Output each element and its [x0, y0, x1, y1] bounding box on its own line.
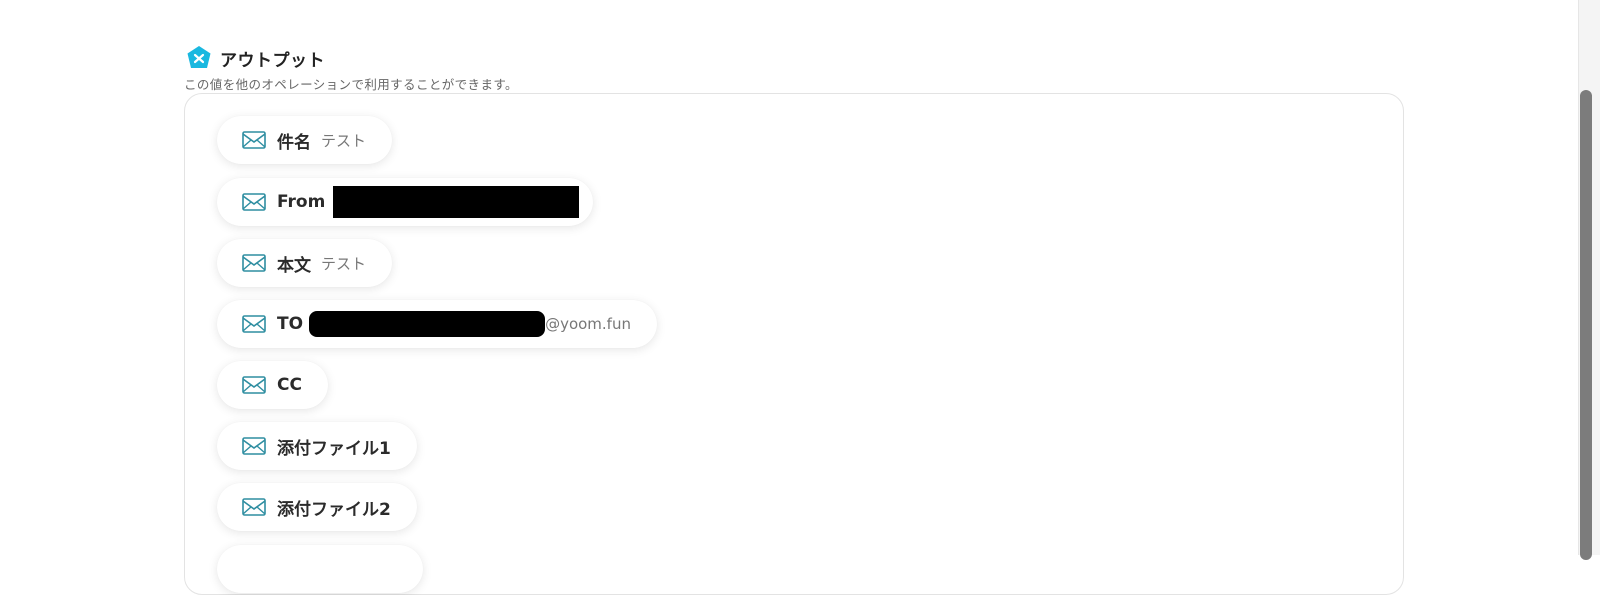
output-item-cc[interactable]: CC	[217, 361, 328, 409]
item-label: 添付ファイル1	[277, 438, 391, 459]
output-item-from[interactable]: From	[217, 178, 594, 226]
item-label: 添付ファイル2	[277, 499, 391, 520]
output-item-body[interactable]: 本文 テスト	[217, 239, 393, 287]
output-item-subject[interactable]: 件名 テスト	[217, 116, 393, 164]
output-section-header: アウトプット	[186, 45, 325, 71]
mail-icon	[242, 376, 266, 394]
output-item-to[interactable]: TO @yoom.fun	[217, 300, 657, 348]
item-label: 件名	[277, 132, 311, 153]
redacted-value	[309, 311, 546, 337]
item-value: @yoom.fun	[545, 315, 631, 333]
mail-icon	[242, 254, 266, 272]
mail-icon	[242, 131, 266, 149]
section-subtitle: この値を他のオペレーションで利用することができます。	[184, 77, 518, 92]
output-item-partial[interactable]	[217, 545, 423, 593]
item-label: From	[277, 192, 326, 212]
output-item-attachment-1[interactable]: 添付ファイル1	[217, 422, 417, 470]
item-label: CC	[277, 375, 302, 395]
section-title: アウトプット	[220, 50, 325, 71]
mail-icon	[242, 193, 266, 211]
item-value: テスト	[321, 131, 367, 150]
output-badge-icon	[187, 46, 211, 68]
item-label: TO	[277, 314, 304, 334]
item-value: テスト	[321, 254, 367, 273]
output-item-attachment-2[interactable]: 添付ファイル2	[217, 483, 417, 531]
redacted-value	[333, 186, 580, 218]
mail-icon	[242, 315, 266, 333]
mail-icon	[242, 498, 266, 516]
mail-icon	[242, 437, 266, 455]
scrollbar-thumb[interactable]	[1580, 90, 1592, 560]
item-label: 本文	[277, 255, 311, 276]
